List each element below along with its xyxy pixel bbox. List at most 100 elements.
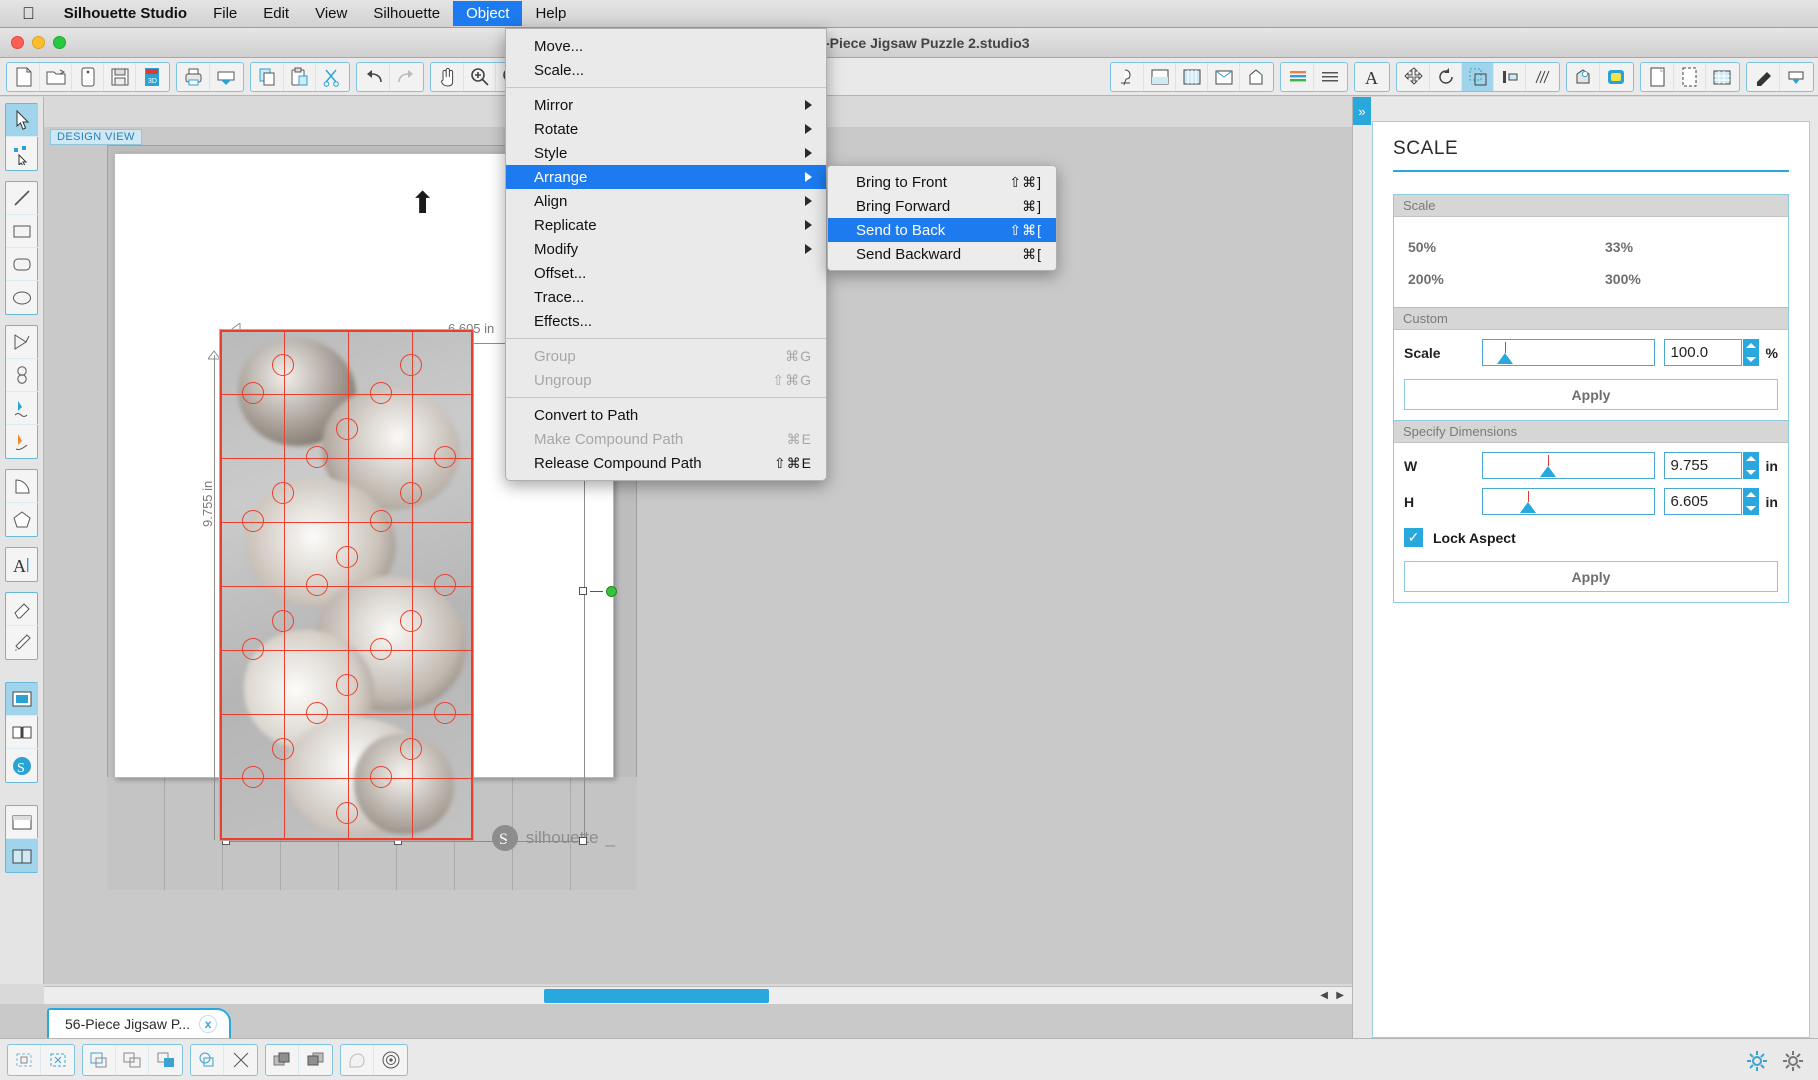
line-color-icon[interactable] — [1282, 62, 1314, 91]
menu-item-convert-to-path[interactable]: Convert to Path — [506, 403, 826, 427]
undo-icon[interactable] — [358, 62, 390, 91]
lock-aspect-checkbox[interactable]: ✓ — [1404, 528, 1423, 547]
scroll-left-button[interactable]: ◀ — [1320, 990, 1328, 1001]
menubar-app-name[interactable]: Silhouette Studio — [51, 1, 200, 26]
single-panel-icon[interactable] — [6, 806, 38, 839]
selection-handle-r[interactable] — [579, 587, 587, 595]
menu-item-release-compound-path[interactable]: Release Compound Path ⇧⌘E — [506, 451, 826, 475]
sketch-pen-icon[interactable] — [1780, 63, 1812, 91]
design-page-icon[interactable] — [6, 683, 38, 716]
rotate-icon[interactable] — [1430, 62, 1462, 91]
scale-preset-200[interactable]: 200% — [1394, 263, 1591, 295]
height-value-input[interactable]: 6.605 — [1663, 488, 1742, 515]
move-transform-icon[interactable] — [1398, 62, 1430, 91]
rotate-handle[interactable] — [606, 586, 617, 597]
weld-icon[interactable] — [83, 1044, 116, 1075]
scale-icon[interactable] — [1462, 62, 1494, 91]
height-stepper[interactable] — [1742, 488, 1759, 515]
pan-hand-icon[interactable] — [432, 62, 464, 91]
select-all-icon[interactable] — [8, 1044, 41, 1075]
menu-item-style[interactable]: Style — [506, 141, 826, 165]
menu-item-replicate[interactable]: Replicate — [506, 213, 826, 237]
ellipse-tool-icon[interactable] — [6, 281, 38, 314]
menu-item-rotate[interactable]: Rotate — [506, 117, 826, 141]
cutting-mat-icon[interactable] — [1176, 62, 1208, 91]
apply-dimensions-button[interactable]: Apply — [1404, 561, 1778, 592]
zoom-in-icon[interactable] — [464, 62, 496, 91]
menu-item-arrange[interactable]: Arrange — [506, 165, 826, 189]
edit-points-icon[interactable] — [6, 137, 38, 170]
menu-item-align[interactable]: Align — [506, 189, 826, 213]
offset-icon[interactable] — [1600, 63, 1632, 91]
arc-tool-icon[interactable] — [6, 470, 38, 503]
pen-holder-icon[interactable] — [1240, 63, 1272, 91]
save-icon[interactable] — [104, 62, 136, 91]
copy-icon[interactable] — [252, 62, 284, 91]
apply-scale-button[interactable]: Apply — [1404, 379, 1778, 410]
text-style-icon[interactable]: A — [1356, 63, 1388, 91]
height-slider[interactable] — [1482, 488, 1655, 515]
menubar-item-silhouette[interactable]: Silhouette — [360, 1, 453, 26]
apple-icon[interactable]:  — [0, 5, 51, 22]
submenu-item-send-backward[interactable]: Send Backward ⌘[ — [828, 242, 1056, 266]
line-tool-icon[interactable] — [6, 182, 38, 215]
preferences-gear-icon[interactable] — [1782, 1050, 1804, 1072]
lock-aspect-row[interactable]: ✓ Lock Aspect — [1394, 524, 1788, 557]
rounded-rectangle-tool-icon[interactable] — [6, 248, 38, 281]
draw-freehand-icon[interactable] — [6, 392, 38, 425]
mat-tools-icon[interactable] — [1674, 62, 1706, 91]
menubar-item-object[interactable]: Object — [453, 1, 523, 26]
subtract-icon[interactable] — [224, 1045, 257, 1075]
scroll-right-button[interactable]: ▶ — [1336, 990, 1344, 1001]
close-icon[interactable]: x — [199, 1015, 218, 1033]
scale-preset-50[interactable]: 50% — [1394, 231, 1591, 263]
submenu-item-send-to-back[interactable]: Send to Back ⇧⌘[ — [828, 218, 1056, 242]
canvas-horizontal-scrollbar[interactable]: ◀ ▶ — [44, 986, 1352, 1004]
submenu-item-bring-to-front[interactable]: Bring to Front ⇧⌘] — [828, 170, 1056, 194]
selection-handle-br[interactable] — [579, 837, 587, 845]
rectangle-tool-icon[interactable] — [6, 215, 38, 248]
merge-icon[interactable] — [191, 1044, 224, 1075]
scale-preset-33[interactable]: 33% — [1591, 231, 1788, 263]
send-backward-icon[interactable] — [299, 1045, 332, 1075]
modify-icon[interactable] — [1568, 62, 1600, 91]
fill-shape-icon[interactable] — [341, 1044, 374, 1075]
cut-send-icon[interactable] — [210, 63, 242, 91]
document-tab[interactable]: 56-Piece Jigsaw P... x — [47, 1008, 232, 1038]
settings-gear-icon[interactable] — [1746, 1050, 1768, 1072]
offset-shape-icon[interactable] — [374, 1045, 407, 1075]
object-dropdown-menu[interactable]: Move... Scale... Mirror Rotate Style Arr… — [505, 28, 827, 481]
menu-item-move[interactable]: Move... — [506, 34, 826, 58]
scale-slider[interactable] — [1482, 339, 1655, 366]
print-icon[interactable] — [178, 62, 210, 91]
split-panel-icon[interactable] — [6, 839, 38, 872]
line-style-icon[interactable] — [1314, 63, 1346, 91]
store-icon[interactable]: S — [6, 749, 38, 782]
menu-item-modify[interactable]: Modify — [506, 237, 826, 261]
chevron-double-right-icon[interactable]: » — [1353, 97, 1371, 125]
library-icon[interactable] — [6, 716, 38, 749]
arrange-submenu[interactable]: Bring to Front ⇧⌘] Bring Forward ⌘] Send t… — [827, 165, 1057, 271]
replicate-icon[interactable] — [1526, 63, 1558, 91]
menu-item-effects[interactable]: Effects... — [506, 309, 826, 333]
menubar-item-help[interactable]: Help — [522, 1, 579, 26]
align-icon[interactable] — [1494, 62, 1526, 91]
text-tool-icon[interactable]: A — [6, 548, 38, 581]
new-document-icon[interactable] — [8, 62, 40, 91]
scale-preset-300[interactable]: 300% — [1591, 263, 1788, 295]
scale-stepper[interactable] — [1742, 339, 1759, 366]
fill-color-icon[interactable] — [1748, 62, 1780, 91]
submenu-item-bring-forward[interactable]: Bring Forward ⌘] — [828, 194, 1056, 218]
save-as-sd-icon[interactable]: 3D — [136, 63, 168, 91]
width-slider[interactable] — [1482, 452, 1655, 479]
menu-item-scale[interactable]: Scale... — [506, 58, 826, 82]
grid-icon[interactable] — [1706, 63, 1738, 91]
width-value-input[interactable]: 9.755 — [1663, 452, 1742, 479]
menubar-item-view[interactable]: View — [302, 1, 360, 26]
select-arrow-icon[interactable] — [6, 104, 38, 137]
scissors-cut-icon[interactable] — [316, 63, 348, 91]
curve-tool-icon[interactable] — [6, 359, 38, 392]
horizontal-scroll-thumb[interactable] — [544, 989, 769, 1003]
open-folder-icon[interactable] — [40, 62, 72, 91]
menu-item-mirror[interactable]: Mirror — [506, 93, 826, 117]
